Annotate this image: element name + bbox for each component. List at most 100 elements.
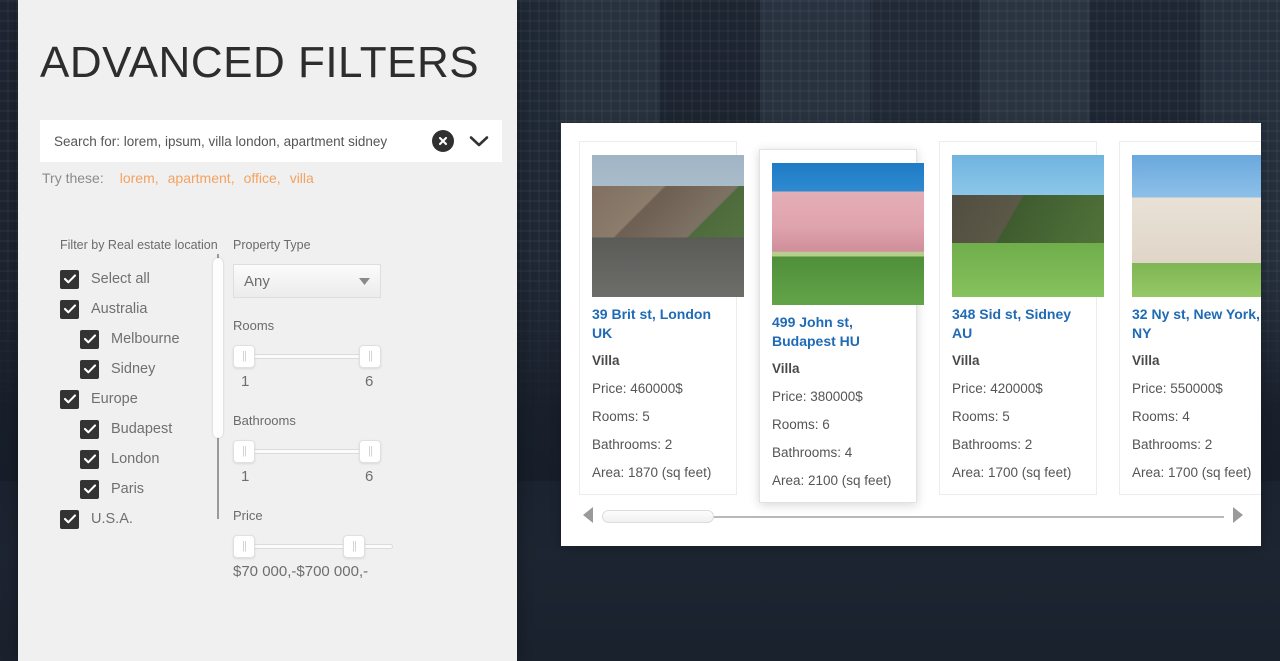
location-item-sidney[interactable]: Sidney <box>60 354 220 384</box>
property-bathrooms: Bathrooms: 2 <box>1132 437 1261 452</box>
rooms-slider-handle-max[interactable]: || <box>359 345 381 368</box>
bathrooms-slider-handle-min[interactable]: || <box>233 440 255 463</box>
property-title[interactable]: 499 John st, Budapest HU <box>772 313 904 351</box>
price-range-value: $70 000,-$700 000,- <box>233 563 408 580</box>
property-bathrooms: Bathrooms: 4 <box>772 445 904 460</box>
rooms-max-value: 6 <box>365 373 373 390</box>
property-bathrooms: Bathrooms: 2 <box>592 437 724 452</box>
checkbox-checked-icon[interactable] <box>80 330 99 349</box>
location-item-europe[interactable]: Europe <box>60 384 220 414</box>
bathrooms-slider-handle-max[interactable]: || <box>359 440 381 463</box>
location-item-budapest[interactable]: Budapest <box>60 414 220 444</box>
try-keyword-apartment[interactable]: apartment <box>168 170 231 186</box>
location-item-label: Europe <box>91 391 138 407</box>
checkbox-checked-icon[interactable] <box>80 420 99 439</box>
price-slider-handle-max[interactable]: || <box>343 535 365 558</box>
handle-grip-icon: || <box>368 351 372 362</box>
price-range-slider[interactable]: || || <box>233 535 381 559</box>
checkbox-checked-icon[interactable] <box>80 450 99 469</box>
property-price: Price: 460000$ <box>592 381 724 396</box>
property-title[interactable]: 32 Ny st, New York, NY <box>1132 305 1261 343</box>
caret-down-icon <box>359 272 370 290</box>
property-bathrooms: Bathrooms: 2 <box>952 437 1084 452</box>
location-item-australia[interactable]: Australia <box>60 294 220 324</box>
slider-track[interactable] <box>235 544 393 549</box>
location-item-melbourne[interactable]: Melbourne <box>60 324 220 354</box>
search-input[interactable] <box>40 134 432 149</box>
property-thumbnail-image <box>772 163 924 305</box>
property-title[interactable]: 348 Sid st, Sidney AU <box>952 305 1084 343</box>
location-list-scroll-area: Select all Australia Melbourne <box>60 264 220 546</box>
triangle-left-icon[interactable] <box>583 507 594 528</box>
property-area: Area: 1870 (sq feet) <box>592 465 724 480</box>
property-area: Area: 2100 (sq feet) <box>772 473 904 488</box>
bathrooms-min-value: 1 <box>241 468 249 485</box>
bathrooms-heading: Bathrooms <box>233 413 408 428</box>
location-item-paris[interactable]: Paris <box>60 474 220 504</box>
carousel-thumb[interactable] <box>602 510 714 523</box>
property-thumbnail-image <box>592 155 744 297</box>
try-separator: , <box>277 170 281 186</box>
checkbox-checked-icon[interactable] <box>80 480 99 499</box>
property-rooms: Rooms: 5 <box>592 409 724 424</box>
property-title[interactable]: 39 Brit st, London UK <box>592 305 724 343</box>
try-keyword-villa[interactable]: villa <box>290 170 314 186</box>
location-item-label: Sidney <box>111 361 155 377</box>
location-item-label: Paris <box>111 481 144 497</box>
rooms-range-slider[interactable]: || || <box>233 345 381 369</box>
property-card[interactable]: 499 John st, Budapest HU Villa Price: 38… <box>759 149 917 503</box>
property-type-selected-value: Any <box>244 273 270 290</box>
location-item-london[interactable]: London <box>60 444 220 474</box>
location-item-label: U.S.A. <box>91 511 133 527</box>
property-area: Area: 1700 (sq feet) <box>1132 465 1261 480</box>
property-card[interactable]: 39 Brit st, London UK Villa Price: 46000… <box>579 141 737 495</box>
carousel-track-wrapper[interactable] <box>602 510 1224 524</box>
results-card-list: 39 Brit st, London UK Villa Price: 46000… <box>579 141 1261 503</box>
handle-grip-icon: || <box>368 446 372 457</box>
checkbox-checked-icon[interactable] <box>80 360 99 379</box>
location-item-label: Budapest <box>111 421 172 437</box>
property-thumbnail-image <box>1132 155 1261 297</box>
rooms-slider-handle-min[interactable]: || <box>233 345 255 368</box>
price-slider-handle-min[interactable]: || <box>233 535 255 558</box>
clear-search-icon[interactable] <box>432 130 454 152</box>
property-thumbnail-image <box>952 155 1104 297</box>
handle-grip-icon: || <box>242 446 246 457</box>
checkbox-checked-icon[interactable] <box>60 510 79 529</box>
page-title: ADVANCED FILTERS <box>40 38 479 88</box>
location-list: Select all Australia Melbourne <box>60 264 220 534</box>
handle-grip-icon: || <box>352 541 356 552</box>
carousel-scrollbar[interactable] <box>583 506 1243 528</box>
checkbox-checked-icon[interactable] <box>60 300 79 319</box>
bathrooms-values: 1 6 <box>233 468 381 490</box>
slider-track[interactable] <box>235 354 379 359</box>
try-separator: , <box>155 170 159 186</box>
checkbox-checked-icon[interactable] <box>60 390 79 409</box>
bathrooms-range-slider[interactable]: || || <box>233 440 381 464</box>
try-keyword-lorem[interactable]: lorem <box>120 170 155 186</box>
location-item-select-all[interactable]: Select all <box>60 264 220 294</box>
triangle-right-icon[interactable] <box>1232 507 1243 528</box>
try-these-row: Try these: lorem, apartment, office, vil… <box>42 170 314 186</box>
property-price: Price: 550000$ <box>1132 381 1261 396</box>
property-type-heading: Property Type <box>233 238 408 252</box>
location-item-usa[interactable]: U.S.A. <box>60 504 220 534</box>
search-bar[interactable] <box>40 120 502 162</box>
slider-track[interactable] <box>235 449 379 454</box>
location-item-label: London <box>111 451 159 467</box>
handle-grip-icon: || <box>242 351 246 362</box>
checkbox-checked-icon[interactable] <box>60 270 79 289</box>
chevron-down-icon[interactable] <box>466 128 492 154</box>
location-item-label: Select all <box>91 271 150 287</box>
results-carousel-panel: 39 Brit st, London UK Villa Price: 46000… <box>561 123 1261 546</box>
property-card[interactable]: 348 Sid st, Sidney AU Villa Price: 42000… <box>939 141 1097 495</box>
property-type-select[interactable]: Any <box>233 264 381 298</box>
try-keyword-office[interactable]: office <box>244 170 277 186</box>
price-heading: Price <box>233 508 408 523</box>
property-card[interactable]: 32 Ny st, New York, NY Villa Price: 5500… <box>1119 141 1261 495</box>
location-list-scrollbar[interactable] <box>213 254 223 519</box>
scrollbar-thumb[interactable] <box>213 258 223 438</box>
property-area: Area: 1700 (sq feet) <box>952 465 1084 480</box>
rooms-min-value: 1 <box>241 373 249 390</box>
rooms-heading: Rooms <box>233 318 408 333</box>
